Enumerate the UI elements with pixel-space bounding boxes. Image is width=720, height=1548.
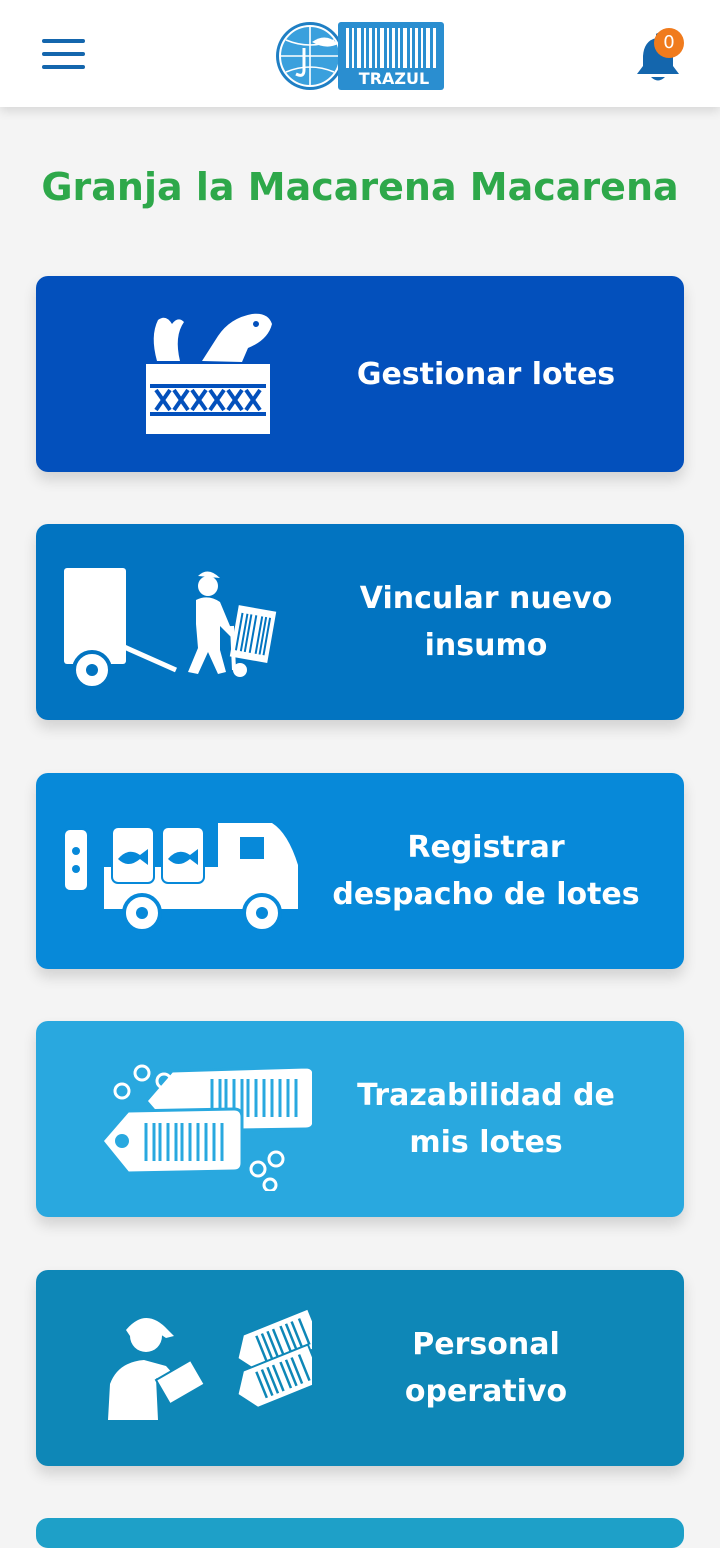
farm-name-title: Granja la Macarena Macarena xyxy=(41,165,679,209)
lot-traceability-label: Trazabilidad de mis lotes xyxy=(357,1078,615,1160)
link-new-supply-label: Vincular nuevo insumo xyxy=(359,581,613,663)
delivery-worker-icon xyxy=(64,568,279,690)
lot-traceability-button[interactable]: Trazabilidad de mis lotes xyxy=(36,1021,684,1217)
register-lot-dispatch-label: Registrar despacho de lotes xyxy=(332,830,640,912)
top-app-bar: TRAZUL 0 xyxy=(0,0,720,107)
next-menu-card[interactable] xyxy=(36,1518,684,1548)
hamburger-menu-icon[interactable] xyxy=(36,30,92,80)
register-lot-dispatch-button[interactable]: Registrar despacho de lotes xyxy=(36,773,684,969)
fish-truck-icon xyxy=(63,823,298,933)
manage-lots-button[interactable]: Gestionar lotes xyxy=(36,276,684,472)
operating-staff-label: Personal operativo xyxy=(404,1327,568,1409)
link-new-supply-button[interactable]: Vincular nuevo insumo xyxy=(36,524,684,720)
barcode-tags-icon xyxy=(100,1064,312,1191)
trazul-logo: TRAZUL xyxy=(276,22,444,90)
operating-staff-button[interactable]: Personal operativo xyxy=(36,1270,684,1466)
notification-count-badge: 0 xyxy=(654,28,684,58)
manage-lots-label: Gestionar lotes xyxy=(356,356,616,392)
operator-tags-icon xyxy=(108,1307,312,1420)
logo-text: TRAZUL xyxy=(359,69,429,88)
fish-crate-icon xyxy=(146,313,272,434)
